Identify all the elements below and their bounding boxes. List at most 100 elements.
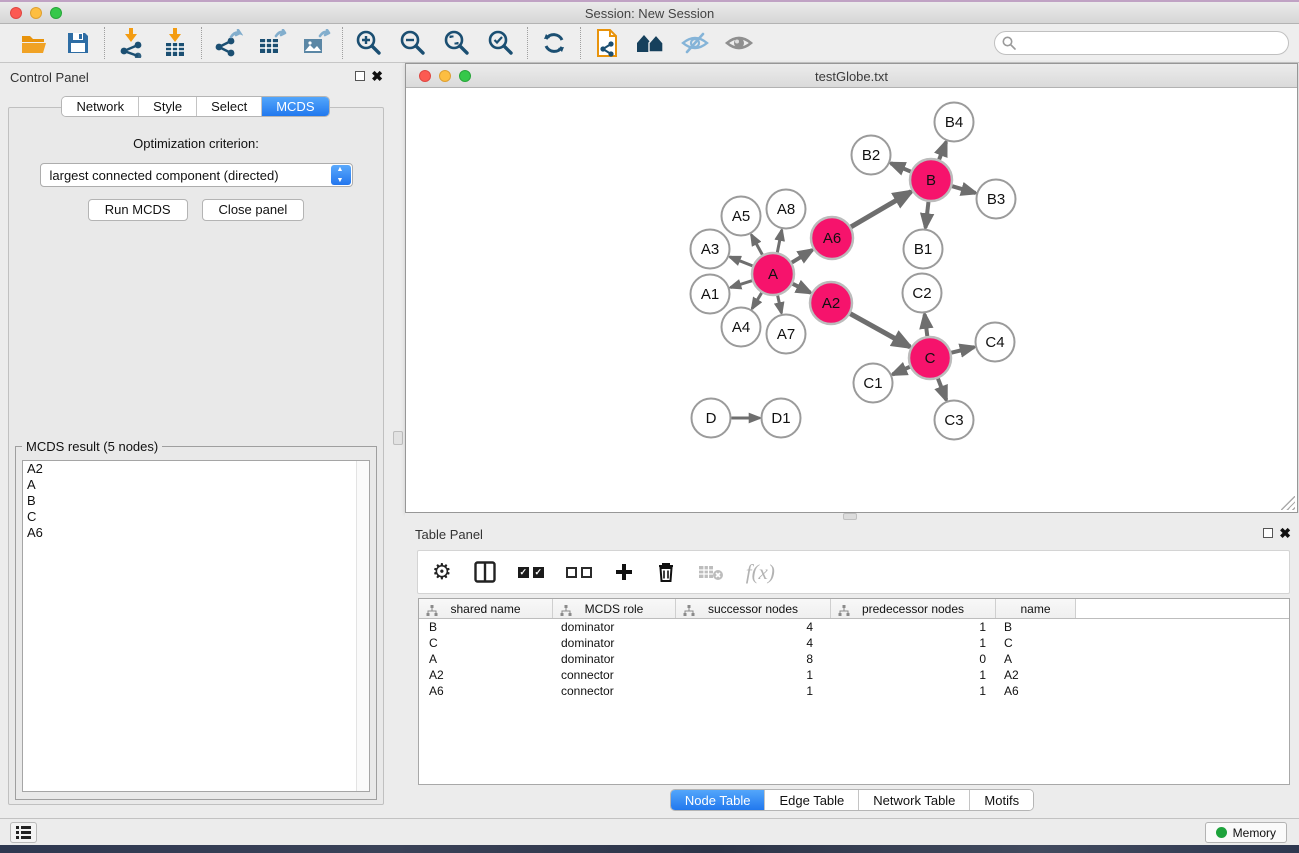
cell-shared_name[interactable]: A6: [419, 683, 553, 699]
column-header-successor-nodes[interactable]: successor nodes: [676, 599, 831, 618]
edge-A-A1[interactable]: [730, 281, 752, 288]
cell-successor_nodes[interactable]: 4: [676, 635, 831, 651]
close-panel-button[interactable]: Close panel: [202, 199, 305, 221]
cell-shared_name[interactable]: B: [419, 619, 553, 635]
cell-shared_name[interactable]: C: [419, 635, 553, 651]
edge-B-B1[interactable]: [925, 202, 928, 228]
result-item[interactable]: B: [23, 493, 369, 509]
table-row[interactable]: Cdominator41C: [419, 635, 1289, 651]
cell-predecessor_nodes[interactable]: 1: [831, 683, 996, 699]
vertical-splitter[interactable]: [391, 63, 405, 818]
edge-C-C2[interactable]: [925, 314, 928, 336]
zoom-out-icon[interactable]: [397, 27, 429, 59]
cell-predecessor_nodes[interactable]: 1: [831, 667, 996, 683]
cell-successor_nodes[interactable]: 8: [676, 651, 831, 667]
graph-node-D1[interactable]: D1: [762, 399, 801, 438]
node-table[interactable]: shared nameMCDS rolesuccessor nodesprede…: [418, 598, 1290, 785]
edge-A-A5[interactable]: [751, 235, 762, 255]
settings-gear-icon[interactable]: ⚙: [432, 557, 452, 587]
import-network-icon[interactable]: [115, 27, 147, 59]
graph-node-A2[interactable]: A2: [810, 282, 852, 324]
graph-node-B1[interactable]: B1: [904, 230, 943, 269]
edge-A-A6[interactable]: [792, 250, 813, 263]
cell-name[interactable]: C: [996, 635, 1076, 651]
graph-node-B3[interactable]: B3: [977, 180, 1016, 219]
graph-node-A6[interactable]: A6: [811, 217, 853, 259]
result-item[interactable]: C: [23, 509, 369, 525]
edge-A-A7[interactable]: [778, 296, 782, 313]
graph-node-C[interactable]: C: [909, 337, 951, 379]
splitter-collapse-handle[interactable]: [393, 431, 403, 445]
table-row[interactable]: A2connector11A2: [419, 667, 1289, 683]
splitter-handle[interactable]: [843, 513, 857, 520]
table-row[interactable]: Adominator80A: [419, 651, 1289, 667]
zoom-fit-icon[interactable]: [441, 27, 473, 59]
float-table-panel-icon[interactable]: [1263, 528, 1273, 538]
graph-node-B4[interactable]: B4: [935, 103, 974, 142]
cell-predecessor_nodes[interactable]: 1: [831, 619, 996, 635]
graph-node-A7[interactable]: A7: [767, 315, 806, 354]
graph-node-C4[interactable]: C4: [976, 323, 1015, 362]
zoom-in-icon[interactable]: [353, 27, 385, 59]
float-panel-icon[interactable]: [355, 71, 365, 81]
hide-selected-icon[interactable]: [679, 27, 711, 59]
graph-node-B[interactable]: B: [910, 159, 952, 201]
cell-mcds_role[interactable]: connector: [553, 667, 676, 683]
graph-node-A3[interactable]: A3: [691, 230, 730, 269]
memory-button[interactable]: Memory: [1205, 822, 1287, 843]
edge-A-A2[interactable]: [793, 284, 811, 293]
search-input[interactable]: [994, 31, 1289, 55]
edge-A-A3[interactable]: [730, 257, 753, 266]
edge-A6-B[interactable]: [851, 192, 911, 227]
edge-B-B2[interactable]: [891, 163, 911, 171]
mcds-result-list[interactable]: A2ABCA6: [22, 460, 370, 792]
result-item[interactable]: A: [23, 477, 369, 493]
table-row[interactable]: A6connector11A6: [419, 683, 1289, 699]
cell-successor_nodes[interactable]: 1: [676, 683, 831, 699]
home-layout-icon[interactable]: [635, 27, 667, 59]
export-network-icon[interactable]: [212, 27, 244, 59]
cell-mcds_role[interactable]: connector: [553, 683, 676, 699]
table-tab-node-table[interactable]: Node Table: [671, 790, 766, 810]
result-item[interactable]: A2: [23, 461, 369, 477]
column-header-shared-name[interactable]: shared name: [419, 599, 553, 618]
open-file-icon[interactable]: [18, 27, 50, 59]
tab-mcds[interactable]: MCDS: [262, 97, 328, 116]
graph-node-C1[interactable]: C1: [854, 364, 893, 403]
column-header-name[interactable]: name: [996, 599, 1076, 618]
resize-grip-icon[interactable]: [1281, 496, 1295, 510]
graph-node-C2[interactable]: C2: [903, 274, 942, 313]
cell-shared_name[interactable]: A: [419, 651, 553, 667]
edge-A-A8[interactable]: [777, 230, 781, 252]
edge-C-C3[interactable]: [938, 379, 946, 400]
column-browser-icon[interactable]: [474, 557, 496, 587]
result-scrollbar[interactable]: [356, 461, 369, 791]
show-all-icon[interactable]: [723, 27, 755, 59]
cell-name[interactable]: A: [996, 651, 1076, 667]
run-mcds-button[interactable]: Run MCDS: [88, 199, 188, 221]
close-panel-icon[interactable]: ✖: [371, 68, 383, 85]
table-tab-network-table[interactable]: Network Table: [859, 790, 970, 810]
table-tab-edge-table[interactable]: Edge Table: [765, 790, 859, 810]
result-item[interactable]: A6: [23, 525, 369, 541]
horizontal-splitter[interactable]: [405, 513, 1299, 520]
edge-C-C4[interactable]: [951, 347, 974, 353]
network-canvas[interactable]: B4B2BB3A5A8A6A3B1AA1C2A2A4A7C4CC1C3DD1: [406, 88, 1297, 512]
graph-node-B2[interactable]: B2: [852, 136, 891, 175]
cell-name[interactable]: A6: [996, 683, 1076, 699]
edge-B-B3[interactable]: [952, 186, 975, 193]
table-tab-motifs[interactable]: Motifs: [970, 790, 1033, 810]
select-all-icon[interactable]: ✓✓: [518, 557, 544, 587]
cell-successor_nodes[interactable]: 1: [676, 667, 831, 683]
graph-node-A1[interactable]: A1: [691, 275, 730, 314]
column-header-predecessor-nodes[interactable]: predecessor nodes: [831, 599, 996, 618]
add-column-icon[interactable]: [614, 557, 634, 587]
graph-node-A5[interactable]: A5: [722, 197, 761, 236]
graph-node-A4[interactable]: A4: [722, 308, 761, 347]
edge-B-B4[interactable]: [939, 142, 946, 160]
edge-C-C1[interactable]: [893, 367, 910, 375]
close-table-panel-icon[interactable]: ✖: [1279, 525, 1291, 542]
network-window-titlebar[interactable]: testGlobe.txt: [406, 64, 1297, 88]
zoom-selected-icon[interactable]: [485, 27, 517, 59]
edge-A-A4[interactable]: [752, 293, 762, 309]
